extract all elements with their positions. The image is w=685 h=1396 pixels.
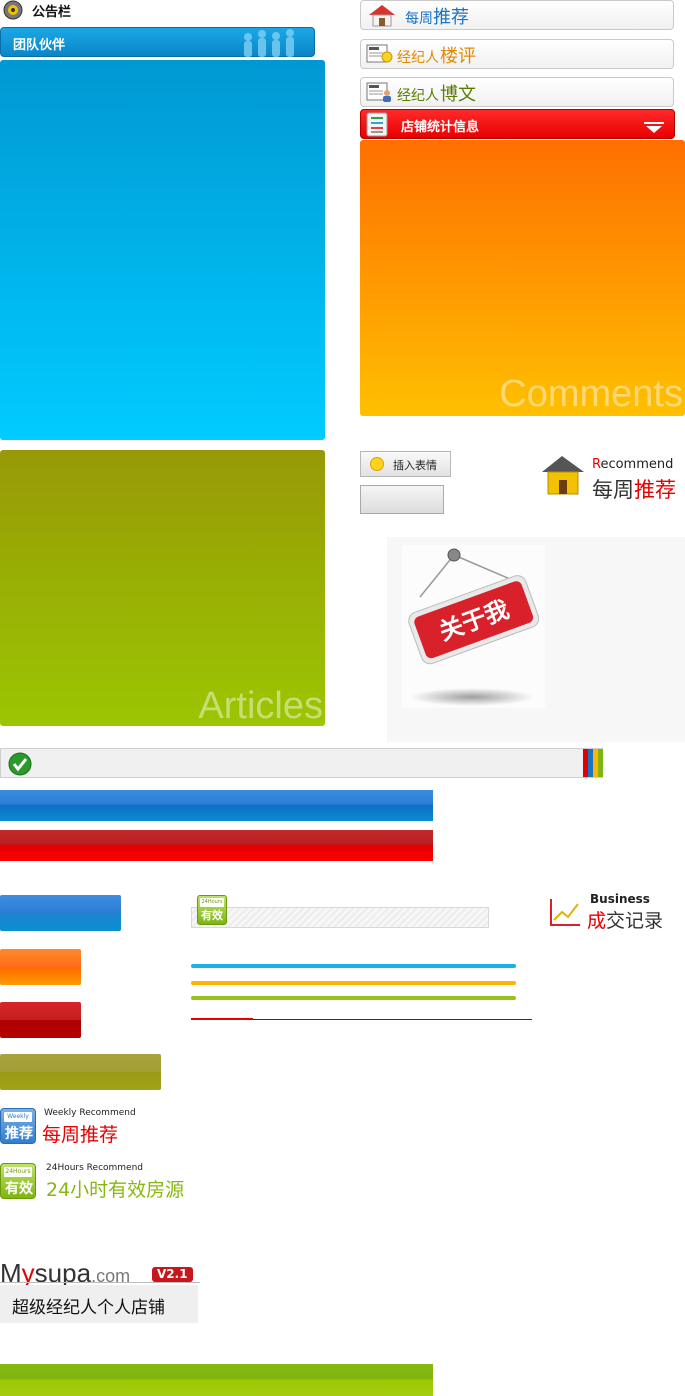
weekly-en: Weekly Recommend bbox=[44, 1108, 136, 1118]
brand-tagline-box: 超级经纪人个人店铺 bbox=[0, 1285, 198, 1323]
review-prefix: 经纪人 bbox=[397, 50, 439, 66]
weekly-recommend-button[interactable]: 每周 推荐 bbox=[360, 0, 674, 30]
weekly-cn: 每周推荐 bbox=[42, 1124, 119, 1146]
notice-header: 公告栏 bbox=[0, 0, 200, 22]
team-partners-label: 团队伙伴 bbox=[13, 38, 66, 53]
shop-stats-label: 店铺统计信息 bbox=[401, 120, 480, 135]
recommend-cn: 每周推荐 bbox=[592, 478, 676, 502]
blue-wide-bar bbox=[0, 790, 433, 821]
notice-label: 公告栏 bbox=[32, 5, 72, 20]
olive-button[interactable] bbox=[0, 1054, 161, 1090]
success-bar bbox=[0, 748, 603, 778]
chart-trend-icon bbox=[548, 896, 582, 932]
about-me-sign: 关于我 bbox=[408, 548, 540, 706]
brand-tagline: 超级经纪人个人店铺 bbox=[12, 1298, 165, 1318]
agent-review-button[interactable]: 经纪人 楼评 bbox=[360, 39, 674, 69]
hours-cn: 24小时有效房源 bbox=[46, 1179, 185, 1201]
recommend-en: Recommend bbox=[592, 457, 674, 472]
blog-prefix: 经纪人 bbox=[397, 88, 439, 104]
red-button[interactable] bbox=[0, 1002, 81, 1038]
checkmark-icon bbox=[8, 752, 32, 780]
hours-recommend-header: 24Hours 有效 24Hours Recommend 24小时有效房源 bbox=[0, 1163, 240, 1207]
comments-panel: Comments bbox=[360, 140, 685, 416]
list-document-icon bbox=[365, 111, 391, 142]
business-en: Business bbox=[590, 892, 650, 906]
articles-watermark: Articles bbox=[198, 685, 323, 727]
smiley-icon bbox=[370, 457, 384, 471]
review-suffix: 楼评 bbox=[440, 46, 476, 67]
news-person-icon bbox=[365, 80, 395, 108]
weekly-recommend-logo: Recommend 每周推荐 bbox=[536, 450, 685, 502]
weekly-prefix: 每周 bbox=[405, 11, 433, 27]
people-silhouette-icon bbox=[236, 28, 306, 61]
green-divider bbox=[191, 996, 516, 1000]
blue-button[interactable] bbox=[0, 895, 121, 931]
brand-divider bbox=[0, 1282, 200, 1283]
striped-progress-bar bbox=[191, 907, 489, 928]
insert-emoji-button[interactable]: 插入表情 bbox=[360, 451, 451, 477]
orange-button[interactable] bbox=[0, 949, 81, 985]
chevron-down-icon bbox=[644, 119, 664, 138]
weekly-recommend-header: Weekly 推荐 Weekly Recommend 每周推荐 bbox=[0, 1108, 240, 1152]
team-partners-bar[interactable]: 团队伙伴 bbox=[0, 27, 315, 57]
blank-button[interactable] bbox=[360, 485, 444, 514]
insert-emoji-label: 插入表情 bbox=[393, 459, 437, 472]
orange-divider bbox=[191, 981, 516, 985]
about-me-card[interactable]: 关于我 bbox=[402, 545, 545, 708]
speaker-icon bbox=[1, 0, 25, 20]
blue-divider bbox=[191, 964, 516, 968]
valid-listing-bar: 24Hours 有效 bbox=[191, 895, 489, 929]
articles-panel: Articles bbox=[0, 450, 325, 727]
house-icon bbox=[538, 452, 588, 502]
hours-badge-icon: 24Hours 有效 bbox=[0, 1163, 36, 1199]
weekly-suffix: 推荐 bbox=[433, 7, 469, 28]
version-badge: V2.1 bbox=[152, 1267, 193, 1282]
stripe-green bbox=[598, 749, 603, 777]
news-bulb-icon bbox=[365, 42, 395, 70]
comments-watermark: Comments bbox=[499, 373, 683, 415]
weekly-badge-icon: Weekly 推荐 bbox=[0, 1108, 36, 1144]
agent-blog-button[interactable]: 经纪人 博文 bbox=[360, 77, 674, 107]
mysupa-brand: Mysupa.com V2.1 超级经纪人个人店铺 bbox=[0, 1258, 200, 1324]
hours-en: 24Hours Recommend bbox=[46, 1163, 144, 1173]
business-cn: 成交记录 bbox=[587, 910, 664, 932]
red-accent-divider bbox=[191, 1018, 253, 1020]
blue-content-panel bbox=[0, 60, 325, 440]
green-wide-bar bbox=[0, 1364, 433, 1396]
house-icon bbox=[365, 3, 399, 31]
blog-suffix: 博文 bbox=[440, 84, 476, 105]
valid-badge-icon: 24Hours 有效 bbox=[197, 895, 227, 925]
shop-stats-bar[interactable]: 店铺统计信息 bbox=[360, 109, 675, 139]
red-wide-bar bbox=[0, 830, 433, 861]
business-record-logo: Business 成交记录 bbox=[545, 890, 685, 934]
